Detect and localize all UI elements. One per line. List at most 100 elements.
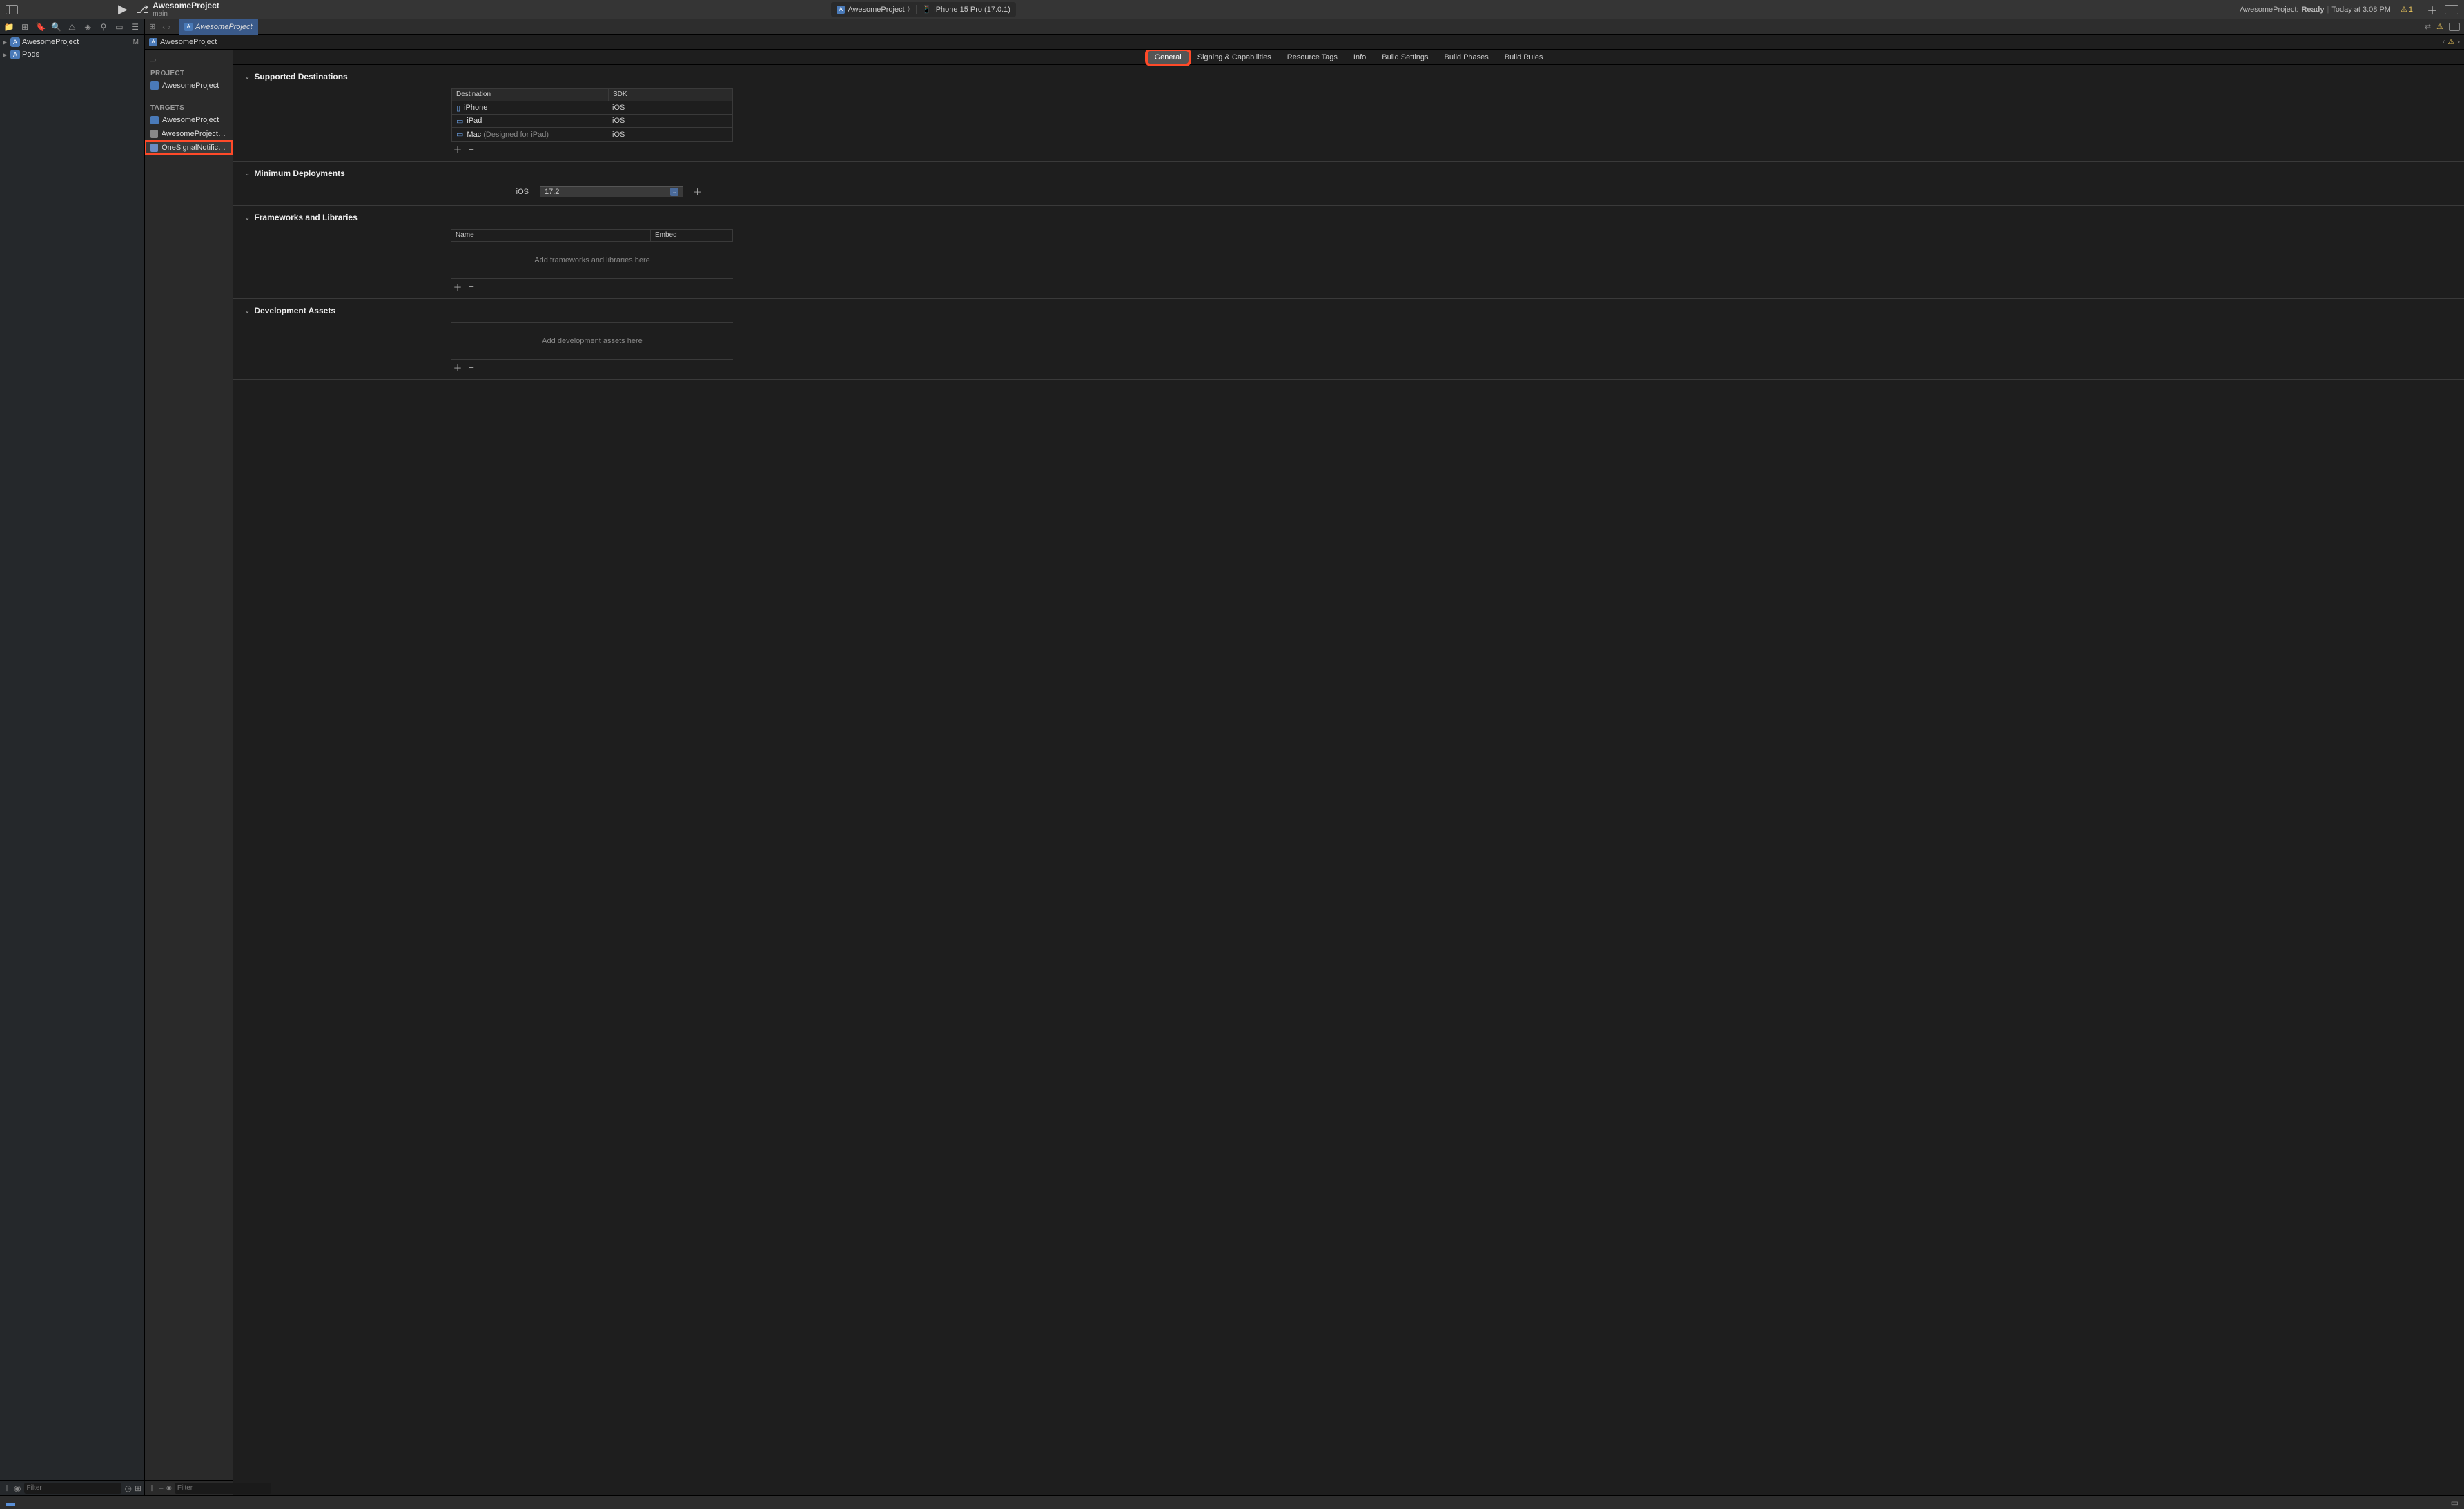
editor-tab-label: AwesomeProject	[195, 23, 252, 31]
editor-tab[interactable]: A AwesomeProject	[179, 19, 257, 35]
breadcrumb-warning-icon[interactable]: ⚠	[2447, 37, 2454, 46]
vcs-status: M	[133, 39, 139, 46]
target-label: AwesomeProject	[162, 116, 219, 124]
filter-scope-icon[interactable]: ◉	[166, 1484, 172, 1492]
tab-info[interactable]: Info	[1347, 51, 1373, 64]
add-deployment-button[interactable]: ＋	[693, 185, 702, 198]
debug-navigator-icon[interactable]: ⚲	[97, 21, 110, 33]
tab-resource-tags[interactable]: Resource Tags	[1280, 51, 1345, 64]
add-icon[interactable]: ＋	[3, 1482, 11, 1494]
add-target-icon[interactable]: ＋	[148, 1482, 156, 1494]
remove-framework-button[interactable]: −	[465, 282, 478, 291]
project-icon: A	[10, 50, 20, 59]
table-row[interactable]: ▭Mac (Designed for iPad) iOS	[452, 128, 732, 141]
remove-asset-button[interactable]: −	[465, 362, 478, 372]
tree-row-pods[interactable]: ▶ A Pods	[0, 48, 144, 61]
target-item-tests[interactable]: AwesomeProjectTests	[145, 127, 233, 141]
section-development-assets[interactable]: ⌄ Development Assets	[244, 306, 2453, 315]
targets-section-header: TARGETS	[145, 101, 233, 113]
breadcrumb-nav-back-icon[interactable]: ‹	[2443, 38, 2445, 46]
find-navigator-icon[interactable]: 🔍	[50, 21, 63, 33]
recent-icon[interactable]: ◷	[124, 1483, 131, 1493]
add-asset-button[interactable]: ＋	[451, 362, 464, 372]
tag-navigator-icon[interactable]: ◈	[81, 21, 95, 33]
warning-count: 1	[2409, 6, 2413, 14]
tab-general[interactable]: General	[1148, 51, 1189, 64]
project-item[interactable]: AwesomeProject	[145, 79, 233, 93]
status-prefix: AwesomeProject:	[2240, 6, 2298, 14]
remove-target-icon[interactable]: −	[159, 1483, 164, 1493]
section-frameworks[interactable]: ⌄ Frameworks and Libraries	[244, 213, 2453, 222]
related-items-icon[interactable]: ⊞	[149, 22, 155, 31]
device-name: iPhone 15 Pro (17.0.1)	[934, 6, 1010, 14]
remove-destination-button[interactable]: −	[465, 144, 478, 154]
nav-back-icon[interactable]: ‹	[162, 22, 165, 32]
app-icon: A	[149, 38, 157, 46]
project-navigator-icon[interactable]: 📁	[3, 21, 16, 33]
project-icon	[150, 81, 159, 90]
column-destination: Destination	[452, 89, 608, 101]
project-item-label: AwesomeProject	[162, 81, 219, 90]
chevron-right-icon[interactable]: ▶	[3, 52, 8, 58]
navigator: 📁 ⊞ 🔖 🔍 ⚠ ◈ ⚲ ▭ ☰ ▶ A AwesomeProject M ▶…	[0, 19, 145, 1495]
status-divider: |	[2327, 6, 2329, 14]
project-section-header: PROJECT	[145, 67, 233, 79]
breadcrumb-item[interactable]: A AwesomeProject	[149, 38, 217, 46]
tree-row-project[interactable]: ▶ A AwesomeProject M	[0, 36, 144, 48]
target-icon	[150, 144, 158, 152]
editor-options-icon[interactable]	[2449, 23, 2460, 31]
status-ready: Ready	[2301, 6, 2324, 14]
chevron-down-icon: ⌄	[244, 170, 250, 177]
scm-filter-icon[interactable]: ⊞	[135, 1483, 141, 1493]
column-sdk: SDK	[608, 89, 732, 101]
filter-input[interactable]	[24, 1483, 122, 1494]
debug-area-bar: ▬ ▭	[0, 1495, 2464, 1509]
nav-forward-icon[interactable]: ›	[168, 22, 170, 32]
frameworks-table: Name Embed Add frameworks and libraries …	[451, 229, 733, 279]
target-icon	[150, 116, 159, 124]
scheme-selector[interactable]: A AwesomeProject ⟩ 📱 iPhone 15 Pro (17.0…	[831, 2, 1016, 17]
breadcrumb-label: AwesomeProject	[160, 38, 217, 46]
run-button[interactable]: ▶	[118, 2, 128, 17]
code-actions-icon[interactable]: ⇄	[2425, 22, 2431, 31]
chevron-right-icon: ⟩	[908, 6, 910, 13]
filter-scope-icon[interactable]: ◉	[14, 1483, 21, 1493]
debug-filter-icon[interactable]: ▬	[6, 1497, 15, 1508]
deploy-version-combobox[interactable]: 17.2 ⌄	[540, 186, 683, 197]
warning-icon: ⚠	[2401, 5, 2407, 14]
deploy-platform-label: iOS	[451, 188, 534, 196]
scheme-name: AwesomeProject	[848, 6, 904, 14]
chevron-right-icon[interactable]: ▶	[3, 39, 8, 46]
debug-area-toggle-icon[interactable]: ▭	[2451, 1498, 2458, 1508]
target-item-onesignal[interactable]: OneSignalNotificati...	[145, 141, 233, 155]
add-destination-button[interactable]: ＋	[451, 144, 464, 154]
project-targets-list: ▭ PROJECT AwesomeProject TARGETS Awesome…	[145, 50, 233, 1495]
bookmark-navigator-icon[interactable]: 🔖	[35, 21, 48, 33]
target-item-app[interactable]: AwesomeProject	[145, 113, 233, 127]
warning-badge[interactable]: ⚠ 1	[2401, 5, 2413, 14]
section-minimum-deployments[interactable]: ⌄ Minimum Deployments	[244, 168, 2453, 178]
tab-build-settings[interactable]: Build Settings	[1375, 51, 1435, 64]
warning-indicator-icon[interactable]: ⚠	[2436, 22, 2443, 31]
table-row[interactable]: ▭iPad iOS	[452, 115, 732, 128]
issue-navigator-icon[interactable]: ⚠	[66, 21, 79, 33]
add-button[interactable]: ＋	[2427, 1, 2438, 18]
breadcrumb-nav-forward-icon[interactable]: ›	[2457, 38, 2460, 46]
breakpoint-navigator-icon[interactable]: ▭	[113, 21, 126, 33]
chevron-down-icon: ⌄	[244, 73, 250, 81]
left-panel-toggle-icon[interactable]	[6, 5, 18, 14]
document-outline-icon[interactable]: ▭	[149, 56, 156, 64]
add-framework-button[interactable]: ＋	[451, 282, 464, 291]
tab-signing[interactable]: Signing & Capabilities	[1191, 51, 1278, 64]
table-row[interactable]: ▯iPhone iOS	[452, 101, 732, 115]
source-control-navigator-icon[interactable]: ⊞	[19, 21, 32, 33]
report-navigator-icon[interactable]: ☰	[128, 21, 141, 33]
dropdown-arrow-icon: ⌄	[670, 188, 678, 196]
tree-label: AwesomeProject	[22, 38, 131, 46]
tab-build-rules[interactable]: Build Rules	[1498, 51, 1550, 64]
branch-name: main	[153, 10, 219, 18]
section-supported-destinations[interactable]: ⌄ Supported Destinations	[244, 72, 2453, 81]
library-button[interactable]	[2445, 5, 2458, 14]
tab-build-phases[interactable]: Build Phases	[1438, 51, 1496, 64]
chevron-down-icon: ⌄	[244, 214, 250, 222]
